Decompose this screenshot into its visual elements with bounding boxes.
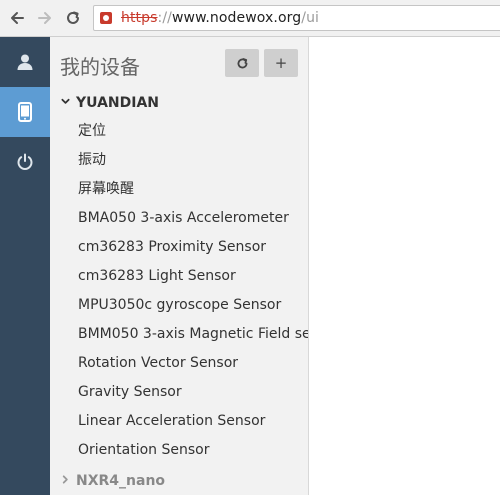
url-separator: :// — [157, 10, 172, 26]
refresh-button[interactable] — [225, 49, 259, 77]
device-item[interactable]: Gravity Sensor — [50, 378, 308, 407]
reload-button[interactable] — [62, 7, 84, 29]
page-title: 我的设备 — [60, 55, 140, 79]
add-device-button[interactable]: + — [264, 49, 298, 77]
device-item[interactable]: cm36283 Light Sensor — [50, 262, 308, 291]
main-content — [309, 37, 500, 495]
url-path: /ui — [301, 10, 320, 26]
device-group-name: NXR4_nano — [76, 473, 166, 489]
arrow-right-icon — [38, 12, 51, 24]
device-item[interactable]: MPU3050c gyroscope Sensor — [50, 291, 308, 320]
reload-icon — [67, 11, 79, 24]
rail-item-user[interactable] — [0, 37, 50, 87]
rail-item-devices[interactable] — [0, 87, 50, 137]
chevron-right-icon — [62, 475, 68, 484]
address-bar[interactable]: https://www.nodewox.org/ui — [93, 5, 500, 31]
device-item[interactable]: Linear Acceleration Sensor — [50, 407, 308, 436]
insecure-lock-icon[interactable] — [100, 12, 112, 24]
phone-icon — [18, 102, 32, 122]
arrow-left-icon — [11, 12, 24, 24]
device-item[interactable]: BMA050 3-axis Accelerometer — [50, 204, 308, 233]
devices-panel: 我的设备 + YUANDIAN 定位 振动 屏幕唤醒 BMA050 3-axis… — [50, 37, 308, 495]
forward-button[interactable] — [34, 7, 56, 29]
device-group-yuandian[interactable]: YUANDIAN — [50, 90, 308, 116]
browser-toolbar: https://www.nodewox.org/ui — [0, 0, 500, 37]
device-item[interactable]: 屏幕唤醒 — [50, 175, 308, 204]
user-icon — [17, 54, 33, 70]
url-text[interactable]: https://www.nodewox.org/ui — [121, 10, 319, 26]
icon-rail — [0, 37, 50, 495]
rail-item-power[interactable] — [0, 137, 50, 187]
device-item[interactable]: 振动 — [50, 146, 308, 175]
refresh-icon — [237, 57, 247, 68]
device-group-nxr4-nano[interactable]: NXR4_nano — [50, 468, 308, 494]
device-group-name: YUANDIAN — [76, 95, 160, 111]
device-item[interactable]: 定位 — [50, 117, 308, 146]
power-icon — [17, 153, 33, 170]
device-item[interactable]: cm36283 Proximity Sensor — [50, 233, 308, 262]
back-button[interactable] — [6, 7, 28, 29]
url-scheme: https — [121, 10, 158, 26]
device-list: 定位 振动 屏幕唤醒 BMA050 3-axis Accelerometer c… — [50, 117, 308, 465]
device-item[interactable]: BMM050 3-axis Magnetic Field sensor — [50, 320, 308, 349]
device-item[interactable]: Orientation Sensor — [50, 436, 308, 465]
url-host: www.nodewox.org — [172, 10, 302, 26]
device-item[interactable]: Rotation Vector Sensor — [50, 349, 308, 378]
chevron-down-icon — [61, 98, 70, 104]
